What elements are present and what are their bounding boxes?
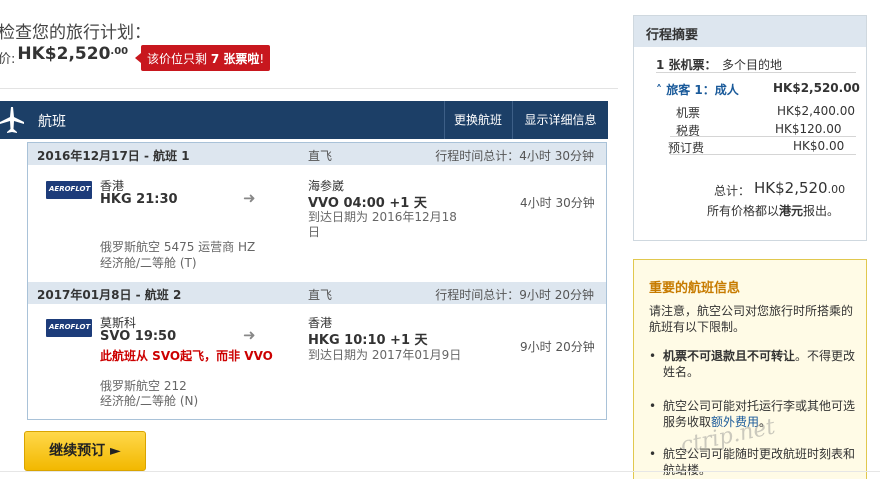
segment-1-total-time: 行程时间总计：4小时 30分钟 [435, 149, 594, 163]
seats-prefix: 该价位只剩 [147, 52, 208, 66]
price-row: 价: HK$2,520 .00 [0, 44, 128, 67]
summary-divider [656, 72, 856, 73]
segment-2-total-time: 行程时间总计：9小时 20分钟 [435, 288, 594, 302]
traveler-label: 旅客 1：成人 [666, 83, 739, 97]
segment-2-carrier: 俄罗斯航空 212 [100, 379, 187, 393]
page-title: 检查您的旅行计划： [0, 23, 151, 43]
airplane-icon [0, 107, 24, 133]
flight-section-bar: 航班 更换航班 显示详细信息 [0, 101, 608, 139]
airline-logo: AEROFLOT [46, 181, 92, 199]
segment-1-header: 2016年12月17日 - 航班 1 直飞 行程时间总计：4小时 30分钟 [28, 143, 606, 165]
fare-label: 机票 [676, 106, 701, 120]
segment-1-date: 2016年12月17日 - 航班 1 [37, 149, 190, 163]
info-bullet-schedule: 航空公司可能随时更改航班时刻表和航站楼。 [649, 446, 859, 478]
segment-1-arrival-date: 到达日期为 2016年12月18日 [308, 210, 457, 239]
traveler-toggle[interactable]: ˄ 旅客 1：成人 [656, 81, 739, 98]
currency-note: 所有价格都以港元报出。 [707, 204, 840, 218]
important-info-intro: 请注意，航空公司对您旅行时所搭乘的航班有以下限制。 [649, 304, 854, 334]
seats-suffix: ! [259, 52, 265, 66]
header-divider [0, 88, 618, 89]
total-price: HK$2,520 [17, 44, 111, 64]
arrow-right-icon: ➜ [243, 326, 256, 344]
segment-1-arrival-time: VVO 04:00 +1 天 [308, 196, 427, 211]
segment-2-airport-warning: 此航班从 SVO起飞，而非 VVO [100, 349, 273, 363]
segment-2-date: 2017年01月8日 - 航班 2 [37, 288, 182, 302]
segment-2-cabin: 经济舱/二等舱 (N) [100, 394, 199, 408]
info-bullet-refund: 机票不可退款且不可转让。不得更改姓名。 [649, 348, 859, 380]
page-bottom-divider [0, 471, 880, 472]
tax-value: HK$120.00 [775, 122, 842, 136]
arrow-right-icon: ➜ [243, 189, 256, 207]
segment-2-arrival-date: 到达日期为 2017年01月9日 [308, 348, 462, 362]
airline-logo: AEROFLOT [46, 319, 92, 337]
segment-1-duration: 4小时 30分钟 [520, 196, 595, 210]
segment-1-departure-time: HKG 21:30 [100, 192, 178, 207]
segment-2-departure-time: SVO 19:50 [100, 329, 177, 344]
itinerary-panel: 2016年12月17日 - 航班 1 直飞 行程时间总计：4小时 30分钟 AE… [27, 142, 607, 420]
show-details-button[interactable]: 显示详细信息 [512, 101, 608, 139]
ticket-type: 多个目的地 [722, 58, 783, 72]
booking-fee-value: HK$0.00 [793, 139, 845, 153]
trip-summary-title: 行程摘要 [646, 28, 699, 43]
total-label: 总计： [714, 184, 751, 198]
important-flight-info: 重要的航班信息 请注意，航空公司对您旅行时所搭乘的航班有以下限制。 机票不可退款… [633, 259, 867, 479]
summary-divider [670, 136, 856, 137]
summary-total: HK$2,520.00 [754, 179, 846, 197]
trip-summary: 行程摘要 1 张机票： 多个目的地 ˄ 旅客 1：成人 HK$2,520.00 … [633, 15, 867, 241]
traveler-total: HK$2,520.00 [773, 81, 860, 95]
segment-2-header: 2017年01月8日 - 航班 2 直飞 行程时间总计：9小时 20分钟 [28, 282, 606, 304]
segment-2-duration: 9小时 20分钟 [520, 340, 595, 354]
summary-divider [670, 154, 856, 155]
total-price-cents: .00 [110, 46, 129, 57]
important-info-title: 重要的航班信息 [649, 281, 741, 296]
seats-left-badge: 该价位只剩 7 张票啦! [134, 45, 271, 71]
flight-section-title: 航班 [38, 114, 66, 130]
ticket-count: 1 张机票： [656, 58, 717, 72]
segment-1-nonstop: 直飞 [308, 149, 333, 163]
price-label: 价: [0, 52, 16, 67]
segment-2-arrival-time: HKG 10:10 +1 天 [308, 333, 428, 348]
change-flight-button[interactable]: 更换航班 [444, 101, 511, 139]
fare-value: HK$2,400.00 [777, 104, 855, 118]
segment-1-carrier: 俄罗斯航空 5475 运营商 HZ [100, 240, 256, 254]
trip-summary-header: 行程摘要 [634, 16, 866, 47]
seats-count: 7 张票啦 [210, 52, 260, 66]
segment-1-cabin: 经济舱/二等舱 (T) [100, 256, 197, 270]
chevron-up-icon: ˄ [656, 83, 667, 97]
continue-booking-button[interactable]: 继续预订 ► [24, 431, 146, 471]
segment-2-nonstop: 直飞 [308, 288, 333, 302]
